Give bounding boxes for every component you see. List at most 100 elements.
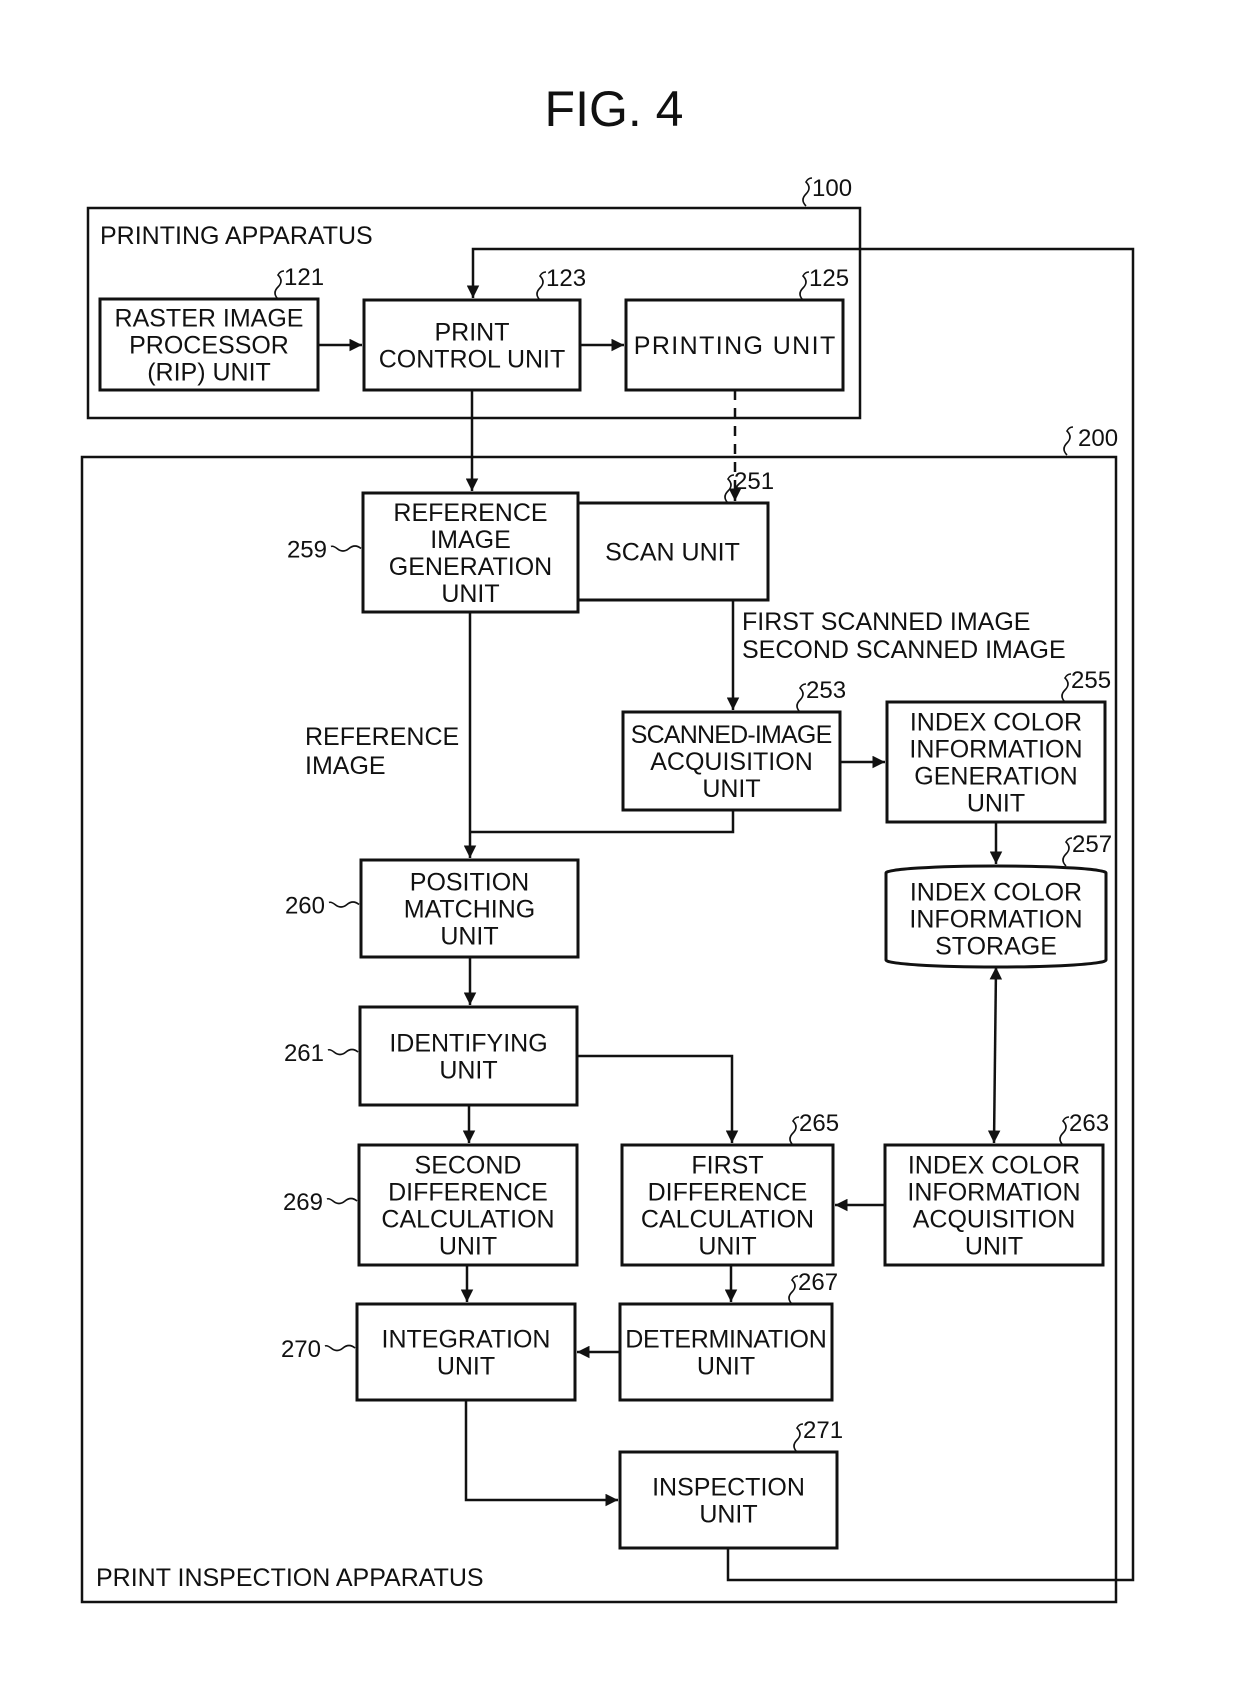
reference-numeral: 261: [284, 1040, 324, 1067]
block-label-line: SCAN UNIT: [605, 539, 740, 567]
leader-tilde: [328, 901, 360, 908]
print-inspection-apparatus-ref: 200: [1078, 425, 1118, 452]
reference-numeral: 269: [283, 1189, 323, 1216]
block-diagram: FIG. 4 PRINTING APPARATUS 100 PRINT INSP…: [80, 81, 1135, 1604]
block-label-line: DIFFERENCE: [388, 1179, 548, 1207]
block-label-line: UNIT: [441, 580, 499, 608]
leader-squiggle: [536, 271, 547, 301]
block-label-line: UNIT: [699, 1501, 757, 1529]
block-label-line: INFORMATION: [909, 906, 1082, 934]
printing-unit: PRINTING UNIT 125: [624, 265, 849, 392]
block-label-line: STORAGE: [935, 933, 1057, 961]
leader-tilde: [326, 1197, 358, 1205]
block-label-line: ACQUISITION: [650, 748, 813, 776]
leader-squiggle: [796, 683, 807, 713]
block-label-line: PROCESSOR: [129, 332, 289, 360]
scanned-image-acquisition-unit: SCANNED-IMAGEACQUISITIONUNIT 253: [621, 677, 846, 812]
reference-numeral: 257: [1072, 831, 1112, 858]
block-label-line: REFERENCE: [393, 499, 547, 527]
block-label-line: UNIT: [967, 790, 1025, 818]
block-label-line: DETERMINATION: [625, 1326, 827, 1354]
reference-numeral: 255: [1071, 667, 1111, 694]
leader-squiggle: [793, 1423, 804, 1453]
leader-tilde: [330, 545, 362, 552]
block-label-line: SECOND: [415, 1152, 522, 1180]
block-label-line: GENERATION: [389, 553, 552, 581]
reference-numeral: 125: [809, 265, 849, 292]
leader-squiggle: [1059, 1116, 1070, 1146]
block-label-line: INSPECTION: [652, 1474, 805, 1502]
block-label-line: CALCULATION: [381, 1206, 554, 1234]
scanned-images-annotation: FIRST SCANNED IMAGE SECOND SCANNED IMAGE: [742, 608, 1066, 664]
reference-numeral: 123: [546, 265, 586, 292]
block-label-line: INDEX COLOR: [910, 709, 1082, 737]
reference-numeral: 251: [734, 468, 774, 495]
reference-numeral: 259: [287, 537, 327, 564]
reference-numeral: 271: [803, 1417, 843, 1444]
printing-apparatus-ref: 100: [812, 175, 852, 202]
block-label-line: FIRST: [691, 1152, 763, 1180]
block-label-line: UNIT: [702, 775, 760, 803]
block-label-line: INDEX COLOR: [908, 1152, 1080, 1180]
leader-squiggle: [1061, 673, 1072, 703]
block-label-line: PRINTING UNIT: [634, 332, 836, 360]
annotation-first-scanned-image: FIRST SCANNED IMAGE: [742, 608, 1030, 636]
index-color-information-acquisition-unit: INDEX COLORINFORMATIONACQUISITIONUNIT 263: [883, 1110, 1109, 1267]
block-label-line: UNIT: [439, 1233, 497, 1261]
rip-unit: RASTER IMAGEPROCESSOR(RIP) UNIT 121: [98, 264, 324, 392]
block-label-line: INFORMATION: [909, 736, 1082, 764]
reference-numeral: 263: [1069, 1110, 1109, 1137]
printing-apparatus-label: PRINTING APPARATUS: [100, 222, 373, 250]
position-matching-unit: POSITIONMATCHINGUNIT 260: [285, 858, 580, 959]
edge-integration-to-inspection: [464, 1400, 618, 1507]
leader-tilde: [327, 1048, 359, 1056]
annotation-second-scanned-image: SECOND SCANNED IMAGE: [742, 636, 1066, 664]
block-label-line: PRINT: [435, 319, 510, 347]
reference-image-annotation: REFERENCE IMAGE: [305, 723, 459, 780]
index-color-information-storage: INDEX COLORINFORMATIONSTORAGE 257: [884, 831, 1112, 969]
figure-title: FIG. 4: [545, 81, 684, 137]
second-difference-calculation-unit: SECONDDIFFERENCECALCULATIONUNIT 269: [283, 1143, 579, 1267]
first-difference-calculation-unit: FIRSTDIFFERENCECALCULATIONUNIT 265: [620, 1110, 839, 1267]
reference-numeral: 265: [799, 1110, 839, 1137]
block-label-line: DIFFERENCE: [648, 1179, 808, 1207]
reference-numeral: 270: [281, 1336, 321, 1363]
block-label-line: UNIT: [440, 923, 498, 951]
print-inspection-apparatus-frame: PRINT INSPECTION APPARATUS 200: [80, 425, 1118, 1604]
block-label-line: (RIP) UNIT: [147, 359, 271, 387]
edge-acquisition-to-position-matching: [470, 810, 735, 834]
block-label-line: IMAGE: [430, 526, 511, 554]
reference-numeral: 253: [806, 677, 846, 704]
block-label-line: CONTROL UNIT: [379, 346, 566, 374]
index-color-information-generation-unit: INDEX COLORINFORMATIONGENERATIONUNIT 255: [885, 667, 1111, 824]
reference-numeral: 260: [285, 893, 325, 920]
block-label-line: IDENTIFYING: [389, 1030, 547, 1058]
block-label-line: UNIT: [697, 1353, 755, 1381]
leader-squiggle: [799, 271, 810, 301]
block-label-line: SCANNED-IMAGE: [631, 721, 833, 749]
block-label-line: ACQUISITION: [913, 1206, 1076, 1234]
block-label-line: UNIT: [965, 1233, 1023, 1261]
reference-image-generation-unit: REFERENCEIMAGEGENERATIONUNIT 259: [287, 491, 580, 614]
block-label-line: INDEX COLOR: [910, 879, 1082, 907]
inspection-unit: INSPECTIONUNIT 271: [618, 1417, 843, 1550]
block-label-line: RASTER IMAGE: [115, 305, 304, 333]
block-label-line: INFORMATION: [907, 1179, 1080, 1207]
edge-storage-acquisition-bidirectional: [987, 966, 1003, 1144]
block-label-line: INTEGRATION: [382, 1326, 551, 1354]
leader-tilde: [324, 1344, 356, 1352]
reference-numeral: 121: [284, 264, 324, 291]
scan-unit: SCAN UNIT 251: [575, 468, 774, 602]
identifying-unit: IDENTIFYINGUNIT 261: [284, 1005, 579, 1107]
block-label-line: UNIT: [439, 1057, 497, 1085]
annotation-reference-image-line2: IMAGE: [305, 752, 386, 780]
print-inspection-apparatus-label: PRINT INSPECTION APPARATUS: [96, 1564, 484, 1592]
print-control-unit: PRINTCONTROL UNIT 123: [362, 265, 586, 392]
leader-squiggle: [789, 1116, 800, 1146]
leader-squiggle: [1062, 837, 1073, 867]
block-label-line: GENERATION: [914, 763, 1077, 791]
annotation-reference-image-line1: REFERENCE: [305, 723, 459, 751]
block-label-line: UNIT: [437, 1353, 495, 1381]
integration-unit: INTEGRATIONUNIT 270: [281, 1302, 577, 1402]
leader-squiggle: [724, 474, 735, 504]
